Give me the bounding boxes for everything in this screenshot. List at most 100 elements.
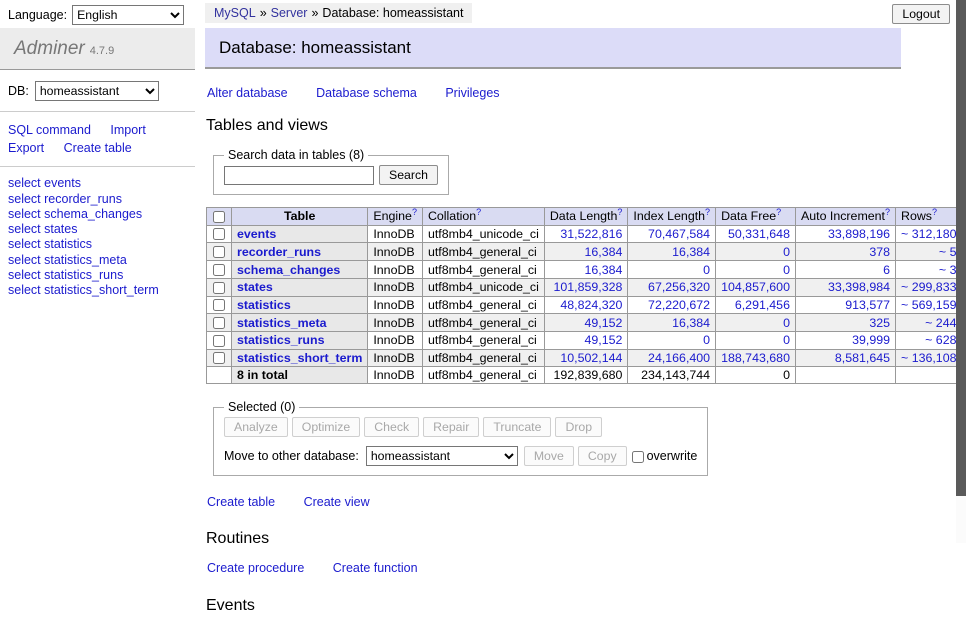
row-checkbox[interactable] xyxy=(213,246,225,258)
row-checkbox[interactable] xyxy=(213,352,225,364)
auto-increment-help-link[interactable]: ? xyxy=(885,207,890,217)
sidebar-item-select-states[interactable]: select states xyxy=(8,222,187,237)
data-free-link[interactable]: 188,743,680 xyxy=(721,351,790,365)
data-length-link[interactable]: 49,152 xyxy=(584,316,622,330)
drop-button[interactable]: Drop xyxy=(555,417,602,437)
rows-help-link[interactable]: ? xyxy=(932,207,937,217)
vertical-scrollbar-thumb[interactable] xyxy=(956,0,966,496)
table-name-link[interactable]: states xyxy=(237,280,273,294)
data-length-link[interactable]: 10,502,144 xyxy=(560,351,622,365)
select-all-checkbox[interactable] xyxy=(213,211,225,223)
auto-increment-link[interactable]: 33,398,984 xyxy=(828,280,890,294)
index-length-link[interactable]: 70,467,584 xyxy=(648,227,710,241)
data-length-help-link[interactable]: ? xyxy=(617,207,622,217)
data-length-link[interactable]: 16,384 xyxy=(584,263,622,277)
data-length-link[interactable]: 101,859,328 xyxy=(553,280,622,294)
rows-count-link[interactable]: ~ 5 xyxy=(939,245,957,259)
auto-increment-link[interactable]: 33,898,196 xyxy=(828,227,890,241)
table-name-link[interactable]: statistics xyxy=(237,298,291,312)
index-length-link[interactable]: 67,256,320 xyxy=(648,280,710,294)
move-button[interactable]: Move xyxy=(524,446,574,466)
sidebar-item-select-statistics-meta[interactable]: select statistics_meta xyxy=(8,253,187,268)
sidebar-item-select-recorder-runs[interactable]: select recorder_runs xyxy=(8,192,187,207)
move-database-select[interactable]: homeassistant xyxy=(366,446,518,466)
table-name-link[interactable]: statistics_meta xyxy=(237,316,327,330)
row-checkbox[interactable] xyxy=(213,228,225,240)
data-length-link[interactable]: 49,152 xyxy=(584,333,622,347)
auto-increment-link[interactable]: 8,581,645 xyxy=(835,351,890,365)
data-free-link[interactable]: 104,857,600 xyxy=(721,280,790,294)
index-length-link[interactable]: 0 xyxy=(703,263,710,277)
index-length-link[interactable]: 16,384 xyxy=(672,316,710,330)
sidebar-item-select-events[interactable]: select events xyxy=(8,176,187,191)
collation-help-link[interactable]: ? xyxy=(476,207,481,217)
table-name-link[interactable]: statistics_short_term xyxy=(237,351,362,365)
index-length-link[interactable]: 16,384 xyxy=(672,245,710,259)
data-length-link[interactable]: 48,824,320 xyxy=(560,298,622,312)
data-free-link[interactable]: 0 xyxy=(783,316,790,330)
auto-increment-link[interactable]: 39,999 xyxy=(852,333,890,347)
rows-count-link[interactable]: ~ 3 xyxy=(939,263,957,277)
app-name[interactable]: Adminer xyxy=(14,38,85,59)
sidebar-item-select-statistics[interactable]: select statistics xyxy=(8,237,187,252)
sidebar-link-create-table[interactable]: Create table xyxy=(64,141,132,155)
sidebar-item-select-statistics-short-term[interactable]: select statistics_short_term xyxy=(8,283,187,298)
data-free-link[interactable]: 0 xyxy=(783,245,790,259)
row-checkbox[interactable] xyxy=(213,317,225,329)
vertical-scrollbar-track[interactable] xyxy=(956,0,966,543)
row-checkbox[interactable] xyxy=(213,335,225,347)
table-name-link[interactable]: schema_changes xyxy=(237,263,340,277)
alter-database-link[interactable]: Alter database xyxy=(207,86,288,100)
breadcrumb-mysql-link[interactable]: MySQL xyxy=(214,6,256,20)
sidebar-item-select-schema-changes[interactable]: select schema_changes xyxy=(8,207,187,222)
language-select[interactable]: English xyxy=(72,5,184,25)
row-checkbox[interactable] xyxy=(213,299,225,311)
index-length-help-link[interactable]: ? xyxy=(705,207,710,217)
auto-increment-link[interactable]: 378 xyxy=(869,245,890,259)
engine-help-link[interactable]: ? xyxy=(412,207,417,217)
create-function-link[interactable]: Create function xyxy=(333,561,418,575)
data-free-link[interactable]: 0 xyxy=(783,333,790,347)
create-view-link[interactable]: Create view xyxy=(304,495,370,509)
data-free-link[interactable]: 50,331,648 xyxy=(728,227,790,241)
index-length-link[interactable]: 0 xyxy=(703,333,710,347)
check-button[interactable]: Check xyxy=(364,417,419,437)
data-length-link[interactable]: 31,522,816 xyxy=(560,227,622,241)
privileges-link[interactable]: Privileges xyxy=(445,86,499,100)
sidebar-link-export[interactable]: Export xyxy=(8,141,44,155)
logout-button[interactable]: Logout xyxy=(892,4,950,24)
rows-count-link[interactable]: ~ 569,159 xyxy=(901,298,956,312)
auto-increment-link[interactable]: 913,577 xyxy=(845,298,890,312)
create-table-link[interactable]: Create table xyxy=(207,495,275,509)
optimize-button[interactable]: Optimize xyxy=(292,417,361,437)
rows-count-link[interactable]: ~ 244 xyxy=(925,316,956,330)
data-free-help-link[interactable]: ? xyxy=(776,207,781,217)
rows-count-link[interactable]: ~ 299,833 xyxy=(901,280,956,294)
auto-increment-link[interactable]: 6 xyxy=(883,263,890,277)
table-name-link[interactable]: statistics_runs xyxy=(237,333,324,347)
sidebar-item-select-statistics-runs[interactable]: select statistics_runs xyxy=(8,268,187,283)
rows-count-link[interactable]: ~ 312,180 xyxy=(901,227,956,241)
repair-button[interactable]: Repair xyxy=(423,417,479,437)
rows-count-link[interactable]: ~ 628 xyxy=(925,333,956,347)
data-length-link[interactable]: 16,384 xyxy=(584,245,622,259)
search-button[interactable]: Search xyxy=(379,165,438,185)
breadcrumb-server-link[interactable]: Server xyxy=(271,6,308,20)
database-schema-link[interactable]: Database schema xyxy=(316,86,417,100)
row-checkbox[interactable] xyxy=(213,264,225,276)
search-input[interactable] xyxy=(224,166,374,185)
auto-increment-link[interactable]: 325 xyxy=(869,316,890,330)
copy-button[interactable]: Copy xyxy=(578,446,627,466)
truncate-button[interactable]: Truncate xyxy=(483,417,551,437)
sidebar-link-import[interactable]: Import xyxy=(110,123,145,137)
data-free-link[interactable]: 0 xyxy=(783,263,790,277)
db-select[interactable]: homeassistant xyxy=(35,81,159,101)
table-name-link[interactable]: events xyxy=(237,227,276,241)
analyze-button[interactable]: Analyze xyxy=(224,417,288,437)
rows-count-link[interactable]: ~ 136,108 xyxy=(901,351,956,365)
create-procedure-link[interactable]: Create procedure xyxy=(207,561,304,575)
row-checkbox[interactable] xyxy=(213,282,225,294)
index-length-link[interactable]: 24,166,400 xyxy=(648,351,710,365)
data-free-link[interactable]: 6,291,456 xyxy=(735,298,790,312)
overwrite-checkbox[interactable] xyxy=(632,451,644,463)
